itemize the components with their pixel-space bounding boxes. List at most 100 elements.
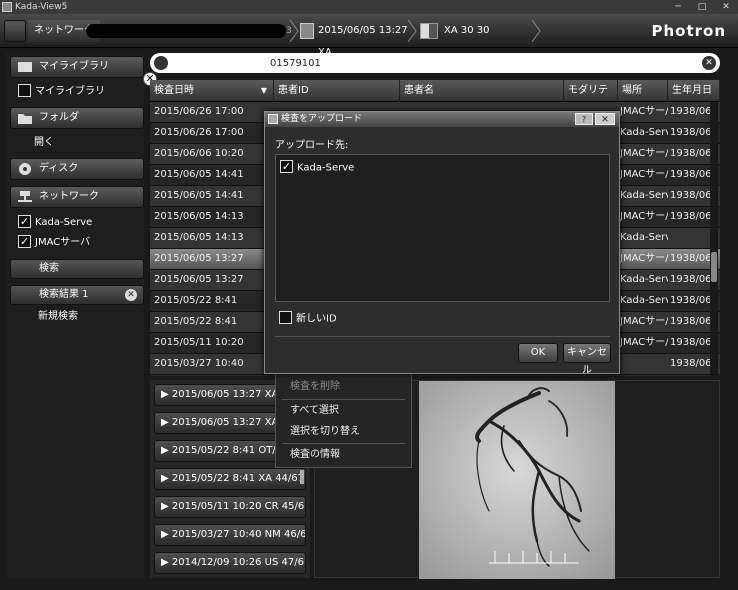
table-cell: 2015/05/22 8:41: [154, 295, 238, 306]
destination-item-kada-serve[interactable]: ✓ Kada-Serve: [280, 160, 355, 176]
ok-button[interactable]: OK: [518, 343, 558, 363]
checkbox-checked[interactable]: ✓: [18, 214, 31, 228]
sidebar-item-new-search[interactable]: 新規検索: [38, 308, 78, 326]
table-cell: JMACサー/: [620, 169, 668, 180]
table-cell: 2015/06/26 17:00: [154, 127, 244, 138]
angiogram-image: [419, 381, 615, 579]
help-button[interactable]: ?: [575, 113, 593, 125]
table-cell: 2015/06/05 13:27: [154, 253, 244, 264]
close-result-icon[interactable]: ✕: [125, 289, 137, 301]
breadcrumb-series[interactable]: XA 30 30: [420, 20, 540, 42]
series-item[interactable]: ▶ 2015/05/22 8:41 XA 44/67: [154, 468, 306, 490]
checkbox[interactable]: [18, 83, 31, 97]
chevron-right-icon: [531, 20, 541, 42]
sidebar-header-label: マイライブラリ: [39, 61, 109, 72]
series-item[interactable]: ▶ 2015/05/11 10:20 CR 45/67: [154, 496, 306, 518]
table-cell: 2015/06/05 14:41: [154, 169, 244, 180]
sidebar-header-my-library[interactable]: マイライブラリ: [10, 56, 144, 78]
table-cell: 2015/06/05 14:41: [154, 190, 244, 201]
sort-desc-icon: ▼: [260, 86, 267, 95]
dialog-close-button[interactable]: ✕: [595, 113, 615, 125]
menu-item-select-all[interactable]: すべて選択: [276, 401, 411, 421]
window-controls: ─ □ ✕: [666, 0, 738, 14]
disk-icon: [19, 163, 31, 175]
table-cell: Kada-Serv: [620, 127, 668, 138]
sidebar-item-label: Kada-Serve: [35, 217, 93, 228]
dialog-divider: [275, 336, 610, 337]
checkbox-checked[interactable]: ✓: [280, 160, 293, 173]
table-header: 検査日時 ▼ 患者ID 患者名 モダリティ 場所 生年月日: [150, 80, 720, 118]
sidebar-header-disk[interactable]: ディスク: [10, 158, 144, 180]
folder-icon: [18, 114, 32, 124]
back-button[interactable]: [4, 20, 26, 42]
menu-divider: [282, 443, 405, 444]
sidebar: マイライブラリ マイライブラリ フォルダ 開く ディスク ネットワーク ✓ Kad…: [6, 52, 144, 578]
column-header-patient-id[interactable]: 患者ID: [274, 80, 400, 102]
maximize-button[interactable]: □: [690, 0, 714, 14]
table-cell: 2015/06/06 10:20: [154, 148, 244, 159]
chevron-right-icon: [289, 20, 299, 42]
destination-list: ✓ Kada-Serve: [275, 154, 610, 302]
table-cell: JMACサー/: [620, 253, 668, 264]
sidebar-item-search-result[interactable]: 検索結果 1 ✕: [10, 285, 144, 305]
dialog-title-bar: 検査をアップロード ? ✕: [265, 112, 619, 127]
series-item[interactable]: ▶ 2015/03/27 10:40 NM 46/67: [154, 524, 306, 546]
series-item[interactable]: ▶ 2014/12/09 10:26 US 47/67: [154, 552, 306, 574]
table-cell: 2015/06/05 14:13: [154, 232, 244, 243]
sidebar-item-label: JMACサーバ: [35, 237, 91, 248]
sidebar-item-jmac-server[interactable]: ✓ JMACサーバ: [18, 234, 90, 252]
table-cell: Kada-Serv: [620, 190, 668, 201]
sidebar-header-network[interactable]: ネットワーク: [10, 186, 144, 208]
column-header-date[interactable]: 検査日時 ▼: [150, 80, 274, 102]
table-scrollbar[interactable]: [710, 102, 718, 376]
cancel-button[interactable]: キャンセル: [563, 343, 611, 376]
table-cell: 2015/03/27 10:40: [154, 358, 244, 369]
dialog-icon: [268, 114, 278, 124]
table-cell: Kada-Serv: [620, 232, 668, 243]
table-cell: JMACサー/: [620, 337, 668, 348]
sidebar-item-label: 検索: [39, 263, 59, 274]
study-icon: [300, 23, 314, 39]
sidebar-item-search[interactable]: 検索: [10, 259, 144, 279]
sidebar-item-open[interactable]: 開く: [34, 134, 54, 152]
menu-item-delete-study[interactable]: 検査を削除: [276, 377, 411, 397]
sidebar-header-label: ディスク: [39, 163, 79, 174]
series-scrollbar-thumb[interactable]: [300, 470, 304, 484]
menu-item-toggle-selection[interactable]: 選択を切り替え: [276, 422, 411, 442]
column-header-location[interactable]: 場所: [618, 80, 668, 102]
new-id-option[interactable]: 新しいID: [279, 311, 337, 327]
scrollbar-thumb[interactable]: [711, 252, 717, 282]
search-bar: ✕: [150, 53, 720, 73]
sidebar-header-folder[interactable]: フォルダ: [10, 107, 144, 129]
column-header-modality[interactable]: モダリティ: [564, 80, 618, 118]
series-icon: [420, 23, 438, 39]
table-cell: 2015/05/22 8:41: [154, 316, 238, 327]
sidebar-item-my-library[interactable]: マイライブラリ: [18, 83, 105, 101]
checkbox[interactable]: [279, 311, 292, 324]
close-window-button[interactable]: ✕: [714, 0, 738, 14]
minimize-button[interactable]: ─: [666, 0, 690, 14]
app-icon: [2, 2, 12, 12]
sidebar-item-kada-serve[interactable]: ✓ Kada-Serve: [18, 214, 92, 232]
column-header-label: 検査日時: [154, 85, 194, 96]
sidebar-item-label: マイライブラリ: [35, 86, 105, 97]
sidebar-header-label: フォルダ: [39, 112, 79, 123]
table-cell: 2015/06/05 14:13: [154, 211, 244, 222]
column-header-dob[interactable]: 生年月日: [668, 80, 720, 102]
column-header-patient-name[interactable]: 患者名: [400, 80, 564, 102]
table-cell: Kada-Serv: [620, 295, 668, 306]
clear-search-icon[interactable]: ✕: [702, 56, 716, 70]
destination-label: Kada-Serve: [297, 162, 355, 174]
title-bar: Kada-View5 ─ □ ✕: [0, 0, 738, 14]
new-id-label: 新しいID: [296, 313, 337, 325]
breadcrumb-patient-redacted[interactable]: [86, 24, 286, 38]
table-cell: JMACサー/: [620, 211, 668, 222]
search-input[interactable]: [174, 55, 694, 71]
chevron-right-icon: [407, 20, 417, 42]
menu-item-study-info[interactable]: 検査の情報: [276, 445, 411, 465]
table-cell: 2015/06/26 17:00: [154, 106, 244, 117]
table-cell: JMACサー/: [620, 148, 668, 159]
checkbox-checked[interactable]: ✓: [18, 234, 31, 248]
breadcrumb-study[interactable]: 2015/06/05 13:27 XA: [300, 20, 416, 58]
context-menu: 検査を削除 すべて選択 選択を切り替え 検査の情報: [275, 372, 412, 468]
